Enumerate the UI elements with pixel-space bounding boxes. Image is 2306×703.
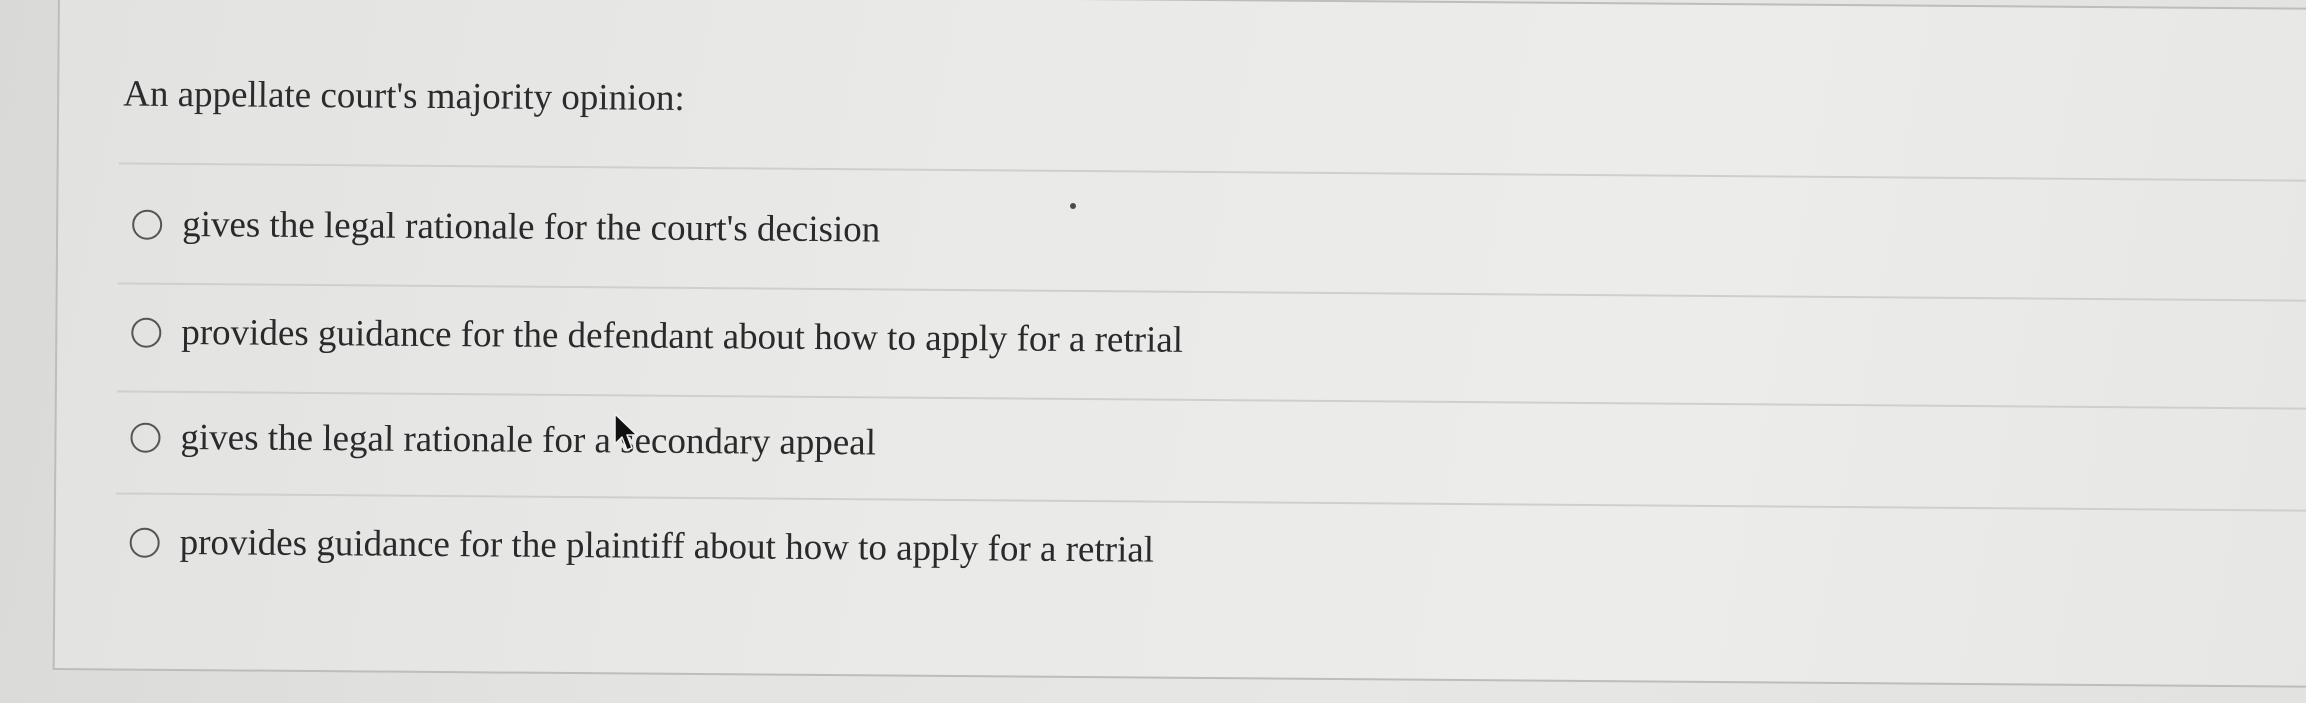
answer-option-4[interactable]: provides guidance for the plaintiff abou… bbox=[129, 521, 1154, 573]
answer-option-1[interactable]: gives the legal rationale for the court'… bbox=[132, 203, 880, 253]
radio-button-icon[interactable] bbox=[131, 317, 162, 348]
radio-button-icon[interactable] bbox=[132, 209, 163, 240]
mouse-pointer-icon bbox=[614, 413, 638, 451]
question-card: An appellate court's majority opinion: g… bbox=[52, 0, 2306, 689]
answer-option-label: provides guidance for the defendant abou… bbox=[181, 311, 1184, 361]
answer-option-label: gives the legal rationale for the court'… bbox=[182, 203, 881, 251]
answer-option-label: gives the legal rationale for a secondar… bbox=[180, 416, 877, 464]
answer-option-3[interactable]: gives the legal rationale for a secondar… bbox=[130, 416, 876, 466]
divider bbox=[117, 282, 2306, 303]
radio-button-icon[interactable] bbox=[130, 422, 161, 453]
divider bbox=[116, 390, 2306, 411]
screen-speck bbox=[1070, 203, 1076, 209]
divider bbox=[116, 492, 2306, 513]
answer-option-2[interactable]: provides guidance for the defendant abou… bbox=[131, 311, 1183, 363]
question-prompt: An appellate court's majority opinion: bbox=[123, 73, 685, 119]
divider bbox=[118, 162, 2306, 183]
answer-option-label: provides guidance for the plaintiff abou… bbox=[179, 521, 1155, 571]
radio-button-icon[interactable] bbox=[129, 527, 160, 558]
